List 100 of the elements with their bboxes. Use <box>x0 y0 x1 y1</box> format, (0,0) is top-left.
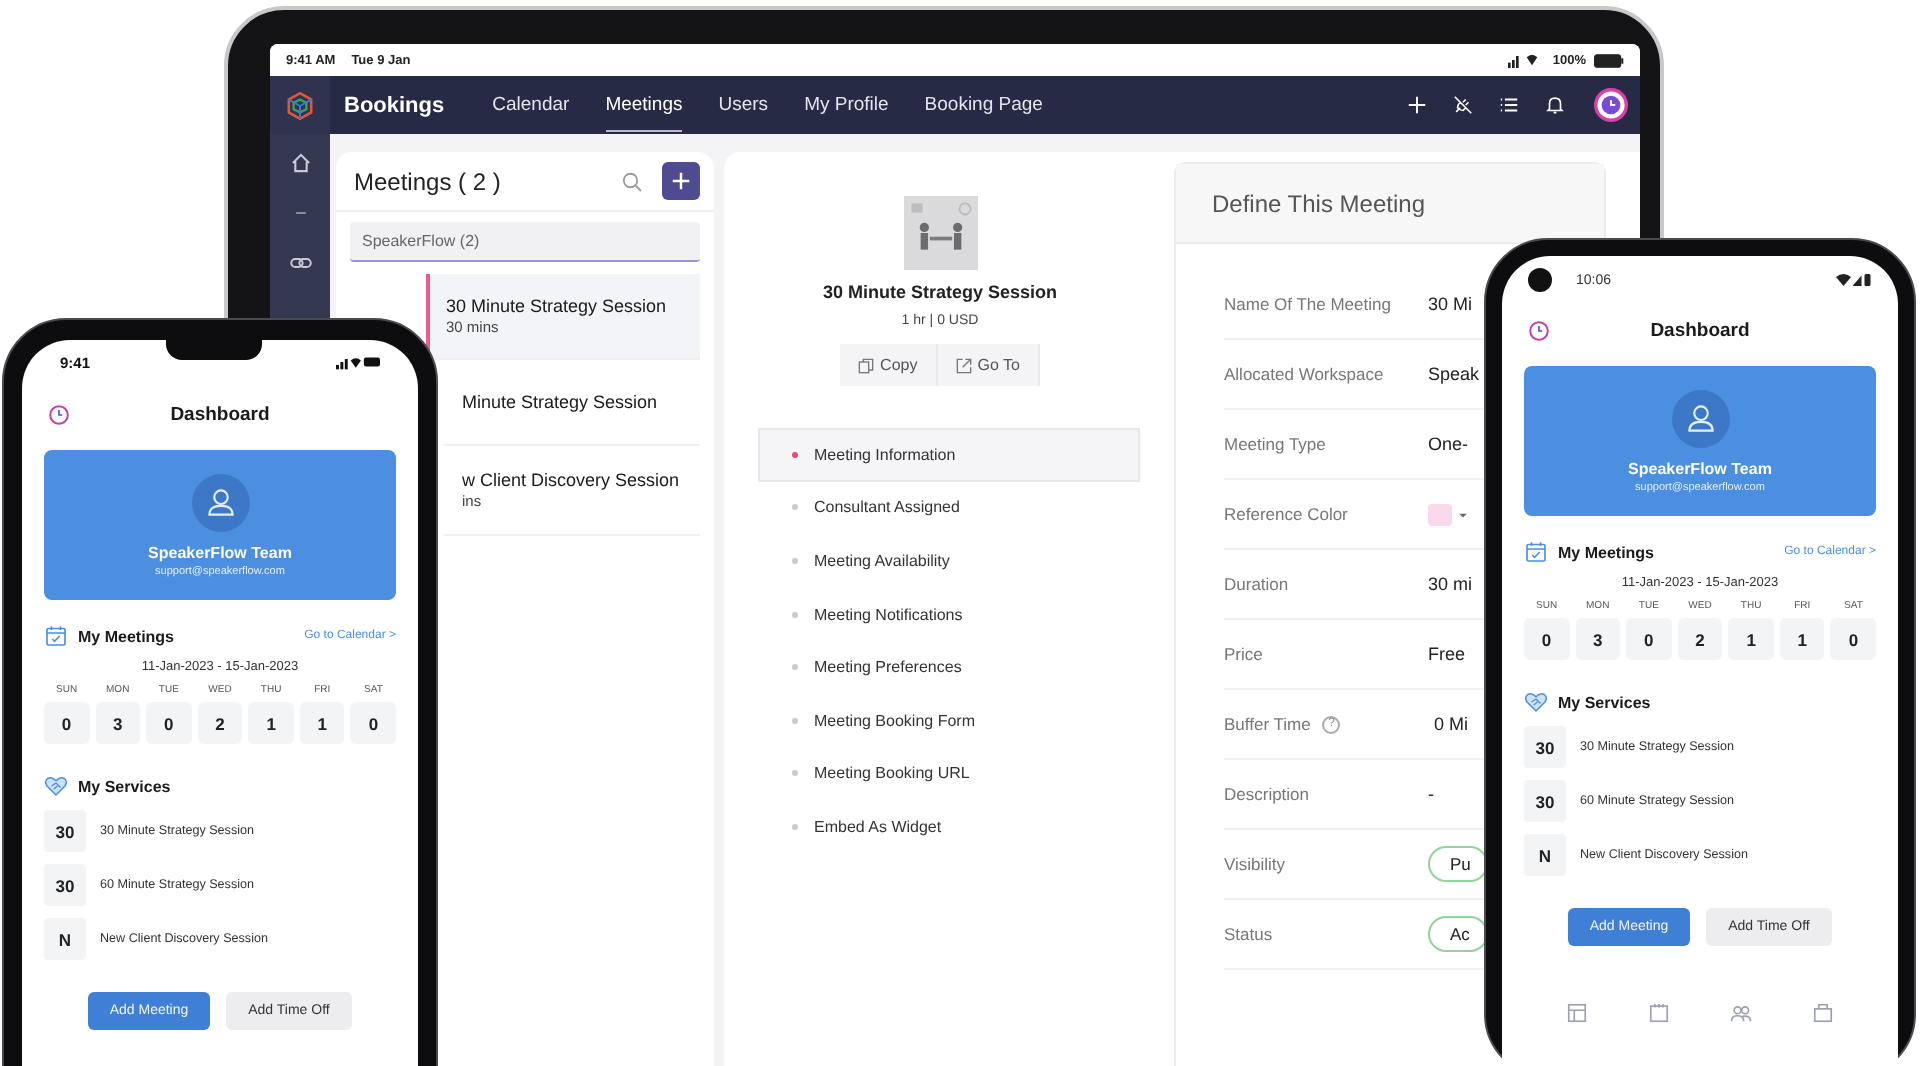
meeting-count[interactable]: 3 <box>95 702 141 744</box>
add-meeting-button[interactable] <box>662 162 700 200</box>
clock-logo-icon[interactable] <box>1528 319 1550 341</box>
field-label: Price <box>1224 644 1263 664</box>
meeting-count[interactable]: 0 <box>146 702 192 744</box>
wifi-signal-battery-icon <box>1836 272 1872 288</box>
handshake-heart-icon <box>1524 690 1548 714</box>
panel-title: Define This Meeting <box>1212 189 1425 217</box>
meeting-name: 30 Minute Strategy Session <box>446 296 669 316</box>
layout-icon[interactable] <box>1566 1002 1588 1024</box>
meeting-count[interactable]: 1 <box>299 702 345 744</box>
section-heading: My Meetings <box>1558 543 1655 561</box>
field-label: Visibility <box>1224 854 1286 874</box>
field-value: 30 mi <box>1428 574 1473 594</box>
field-label: Reference Color <box>1224 504 1348 524</box>
meeting-list-item[interactable]: Minute Strategy Session <box>442 360 700 446</box>
section-heading: My Meetings <box>78 627 175 645</box>
screen-title: Dashboard <box>1650 319 1750 341</box>
section-menu-item[interactable]: Meeting Preferences <box>758 640 1140 694</box>
user-avatar-icon <box>1671 389 1729 447</box>
list-icon[interactable] <box>1498 94 1520 116</box>
field-value: Speak <box>1428 364 1480 384</box>
copy-icon <box>858 357 875 373</box>
service-badge: 30 <box>1524 780 1566 822</box>
section-heading: My Services <box>1558 693 1651 711</box>
field-value: One- <box>1428 434 1469 454</box>
section-menu-item[interactable]: Embed As Widget <box>758 800 1140 854</box>
meeting-title: 30 Minute Strategy Session <box>822 282 1058 302</box>
field-value: 0 Mi <box>1434 714 1469 734</box>
service-badge: 30 <box>44 864 86 906</box>
meeting-count[interactable]: 0 <box>350 702 396 744</box>
plus-icon <box>670 170 692 192</box>
nav-tab[interactable]: Calendar <box>492 79 570 131</box>
team-name: SpeakerFlow Team <box>148 543 292 561</box>
meeting-count[interactable]: 1 <box>248 702 294 744</box>
service-badge: N <box>1524 834 1566 876</box>
panel-title: Meetings ( 2 ) <box>354 167 501 195</box>
action-button[interactable]: Go To <box>937 344 1040 386</box>
field-label: Allocated Workspace <box>1224 364 1384 384</box>
nav-tab[interactable]: Meetings <box>605 79 683 131</box>
field-value: Free <box>1428 644 1466 664</box>
plug-icon[interactable] <box>1452 94 1474 116</box>
service-badge: 30 <box>1524 726 1566 768</box>
bell-icon[interactable] <box>1544 94 1566 116</box>
field-label: Description <box>1224 784 1310 804</box>
calendar-icon <box>44 624 68 648</box>
meeting-illustration <box>903 196 977 270</box>
meeting-name: w Client Discovery Session <box>462 470 682 490</box>
calendar-icon[interactable] <box>1648 1002 1670 1024</box>
service-badge: N <box>44 918 86 960</box>
clock-avatar-icon[interactable] <box>1594 88 1628 122</box>
meeting-count[interactable]: 2 <box>197 702 243 744</box>
service-badge: 30 <box>44 810 86 852</box>
field-label: Duration <box>1224 574 1289 594</box>
calendar-icon <box>1524 540 1548 564</box>
plus-icon[interactable] <box>1406 94 1428 116</box>
caret-icon <box>1458 509 1468 519</box>
field-value: 30 Mi <box>1428 294 1473 314</box>
meeting-count[interactable]: 0 <box>1626 618 1672 660</box>
cube-logo-icon <box>284 89 316 121</box>
meeting-count[interactable]: 0 <box>1830 618 1876 660</box>
user-avatar-icon <box>191 473 249 531</box>
field-label: Status <box>1224 924 1273 944</box>
meeting-count[interactable]: 1 <box>1728 618 1774 660</box>
app-title: Bookings <box>344 93 445 117</box>
section-menu-item[interactable]: Meeting Notifications <box>758 587 1140 641</box>
field-value: - <box>1428 784 1434 804</box>
camera-icon <box>1528 268 1552 292</box>
workspace-tab[interactable]: SpeakerFlow (2) <box>350 222 700 262</box>
meeting-name: Minute Strategy Session <box>462 392 660 412</box>
nav-tab[interactable]: My Profile <box>804 79 889 131</box>
meeting-count[interactable]: 1 <box>1779 618 1825 660</box>
field-label: Meeting Type <box>1224 434 1326 454</box>
bag-icon[interactable] <box>1812 1002 1834 1024</box>
section-heading: My Services <box>78 777 171 795</box>
screen-title: Dashboard <box>170 403 270 425</box>
meeting-count[interactable]: 0 <box>1524 618 1570 660</box>
notch <box>165 340 261 360</box>
color-swatch[interactable] <box>1428 503 1452 525</box>
users-icon[interactable] <box>1730 1002 1752 1024</box>
search-icon[interactable] <box>620 169 644 193</box>
action-button[interactable]: Copy <box>840 344 938 386</box>
handshake-heart-icon <box>44 774 68 798</box>
field-label: Name Of The Meeting <box>1224 294 1391 314</box>
section-menu-item[interactable]: Meeting Booking URL <box>758 747 1140 801</box>
battery-icon <box>1594 53 1624 67</box>
team-name: SpeakerFlow Team <box>1628 459 1772 477</box>
home-icon[interactable] <box>287 150 313 176</box>
meeting-count[interactable]: 3 <box>1575 618 1621 660</box>
section-menu-item[interactable]: Consultant Assigned <box>758 481 1140 535</box>
field-label: Buffer Time <box>1224 714 1311 734</box>
nav-tab[interactable]: Booking Page <box>924 79 1043 131</box>
meeting-count[interactable]: 2 <box>1677 618 1723 660</box>
section-menu-item[interactable]: Meeting Information <box>758 428 1140 482</box>
meeting-count[interactable]: 0 <box>44 702 90 744</box>
section-menu-item[interactable]: Meeting Availability <box>758 534 1140 588</box>
section-menu-item[interactable]: Meeting Booking Form <box>758 693 1140 748</box>
clock-logo-icon[interactable] <box>48 403 70 425</box>
signal-wifi-battery-icon <box>335 354 380 370</box>
nav-tab[interactable]: Users <box>718 79 769 131</box>
